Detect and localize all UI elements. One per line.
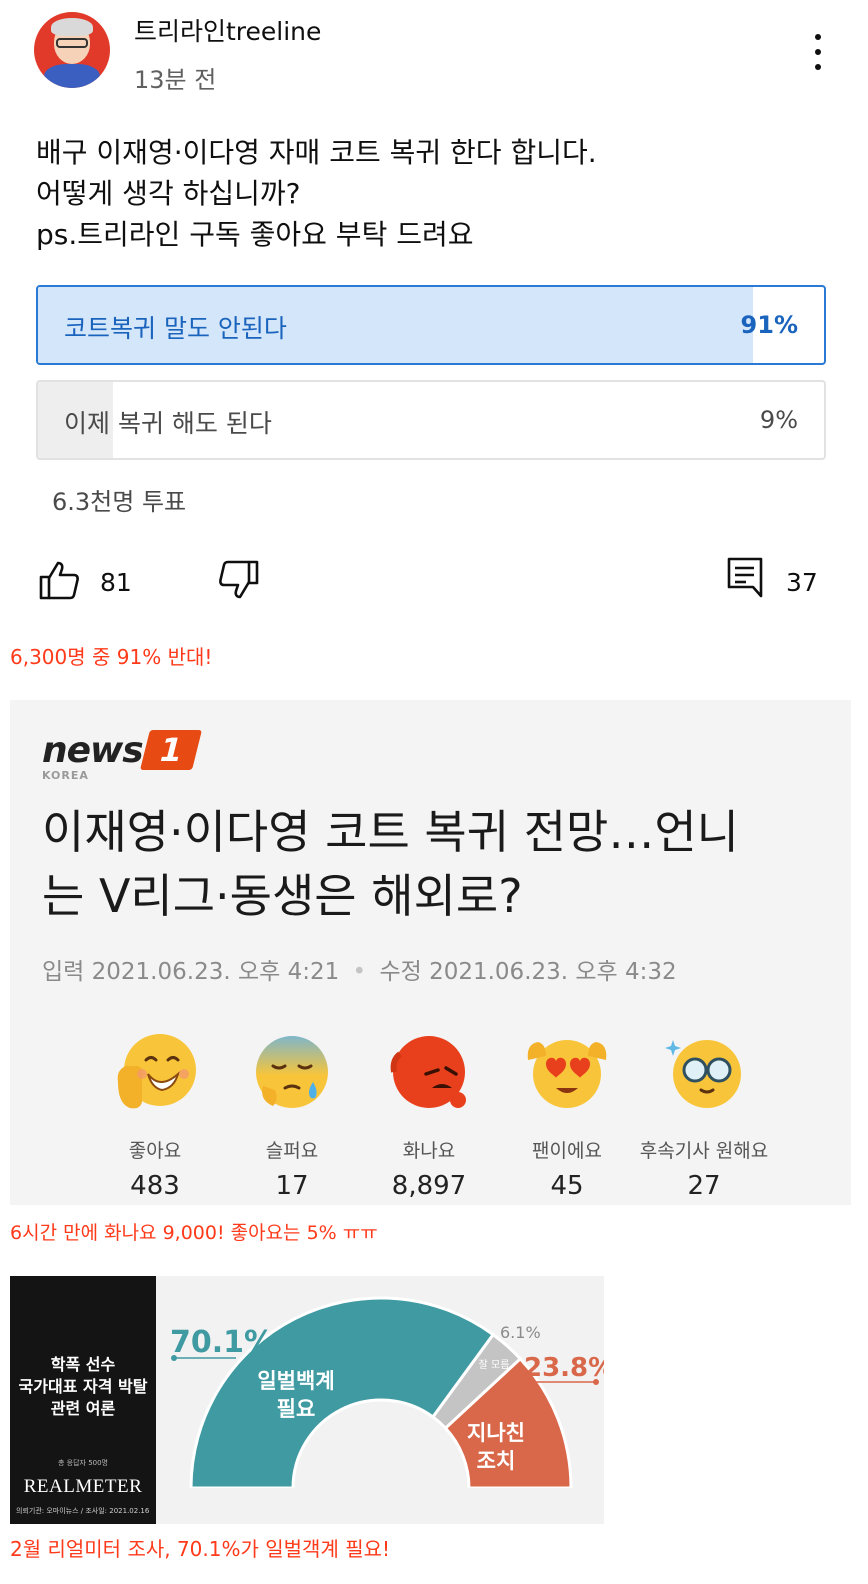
news-logo-badge: 1 bbox=[139, 730, 202, 770]
value-label: 70.1% bbox=[170, 1325, 274, 1360]
post-time: 13분 전 bbox=[134, 66, 217, 94]
avatar-shirt bbox=[44, 64, 100, 88]
news-article-card: news 1 KOREA 이재영·이다영 코트 복귀 전망…언니 는 V리그·동생… bbox=[10, 700, 851, 1205]
category-label: 필요 bbox=[277, 1397, 316, 1421]
follow-up-emoji-icon bbox=[665, 1040, 741, 1108]
post-line: 배구 이재영·이다영 자매 코트 복귀 한다 합니다. bbox=[36, 136, 597, 169]
reaction-label: 후속기사 원해요 bbox=[639, 1140, 769, 1162]
news-logo-word: news bbox=[42, 730, 144, 771]
article-dates: 입력 2021.06.23. 오후 4:21 • 수정 2021.06.23. … bbox=[42, 952, 677, 986]
realmeter-title: 학폭 선수 국가대표 자격 박탈 관련 여론 bbox=[10, 1354, 156, 1420]
headline-line: 는 V리그·동생은 해외로? bbox=[42, 869, 523, 923]
caption-reactions: 6시간 만에 화나요 9,000! 좋아요는 5% ㅠㅠ bbox=[10, 1222, 378, 1244]
published-date: 2021.06.23. 오후 4:21 bbox=[91, 959, 340, 985]
published-label: 입력 bbox=[42, 959, 85, 985]
half-donut-chart: 70.1% 6.1% 23.8% 일벌백계필요 잘 모름지나친조치 bbox=[156, 1296, 604, 1524]
post-line: 어떻게 생각 하십니까? bbox=[36, 177, 301, 210]
fan-emoji-icon bbox=[527, 1040, 607, 1108]
post-line: ps.트리라인 구독 좋아요 부탁 드려요 bbox=[36, 218, 474, 251]
modified-date: 2021.06.23. 오후 4:32 bbox=[429, 959, 677, 985]
category-label: 일벌백계 bbox=[257, 1369, 334, 1393]
avatar[interactable] bbox=[34, 12, 110, 88]
angry-emoji-icon bbox=[390, 1036, 466, 1108]
news1-logo: news 1 KOREA bbox=[42, 730, 202, 782]
poll-option-percent: 91% bbox=[740, 311, 798, 339]
poll-option-1[interactable]: 코트복귀 말도 안된다 91% bbox=[36, 285, 826, 365]
comment-count: 37 bbox=[786, 568, 818, 597]
headline-line: 이재영·이다영 코트 복귀 전망…언니 bbox=[42, 805, 739, 859]
reaction-follow-up[interactable]: 후속기사 원해요 27 bbox=[619, 1030, 789, 1201]
leader-line-dot bbox=[171, 1355, 177, 1361]
realmeter-brand: REALMETER bbox=[23, 1476, 143, 1497]
category-label: 조치 bbox=[477, 1449, 516, 1473]
modified-label: 수정 bbox=[379, 959, 422, 985]
leader-line-dot bbox=[593, 1379, 599, 1385]
realmeter-source: 의뢰기관: 오마이뉴스 / 조사일: 2021.02.16 bbox=[16, 1507, 150, 1515]
poll-option-label: 이제 복귀 해도 된다 bbox=[64, 409, 272, 438]
date-separator: • bbox=[352, 959, 367, 985]
post-body: 배구 이재영·이다영 자매 코트 복귀 한다 합니다. 어떻게 생각 하십니까?… bbox=[36, 132, 597, 255]
thumbs-down-icon[interactable] bbox=[218, 560, 260, 600]
caption-poll: 6,300명 중 91% 반대! bbox=[10, 645, 213, 669]
news-headline: 이재영·이다영 코트 복귀 전망…언니 는 V리그·동생은 해외로? bbox=[42, 800, 842, 928]
realmeter-title-panel: 학폭 선수 국가대표 자격 박탈 관련 여론 총 응답자 500명 REALME… bbox=[10, 1276, 156, 1524]
caption-survey: 2월 리얼미터 조사, 70.1%가 일벌객계 필요! bbox=[10, 1537, 391, 1561]
sad-emoji-icon bbox=[256, 1036, 328, 1108]
like-count: 81 bbox=[100, 568, 132, 597]
avatar-glasses bbox=[56, 38, 88, 48]
value-label: 6.1% bbox=[500, 1323, 541, 1342]
avatar-hair bbox=[51, 18, 93, 36]
poll-option-percent: 9% bbox=[759, 406, 798, 434]
realmeter-poll-chart: 학폭 선수 국가대표 자격 박탈 관련 여론 총 응답자 500명 REALME… bbox=[10, 1276, 604, 1524]
poll-option-label: 코트복귀 말도 안된다 bbox=[64, 314, 287, 343]
realmeter-title-line: 국가대표 자격 박탈 bbox=[18, 1377, 148, 1396]
realmeter-sample: 총 응답자 500명 bbox=[57, 1459, 108, 1467]
author-name[interactable]: 트리라인treeline bbox=[134, 12, 321, 48]
thumbs-up-icon[interactable] bbox=[38, 560, 80, 600]
category-label: 지나친 bbox=[467, 1421, 525, 1445]
realmeter-title-line: 학폭 선수 bbox=[50, 1355, 116, 1374]
poll-vote-count: 6.3천명 투표 bbox=[52, 488, 187, 516]
more-vert-icon[interactable] bbox=[806, 30, 830, 74]
chart-base bbox=[156, 1488, 604, 1524]
category-label: 잘 모름 bbox=[479, 1359, 510, 1371]
poll-option-2[interactable]: 이제 복귀 해도 된다 9% bbox=[36, 380, 826, 460]
reaction-count: 27 bbox=[687, 1171, 721, 1201]
realmeter-title-line: 관련 여론 bbox=[50, 1399, 116, 1418]
comment-icon[interactable] bbox=[726, 556, 764, 600]
like-emoji-icon bbox=[117, 1034, 196, 1109]
value-label: 23.8% bbox=[524, 1353, 604, 1383]
